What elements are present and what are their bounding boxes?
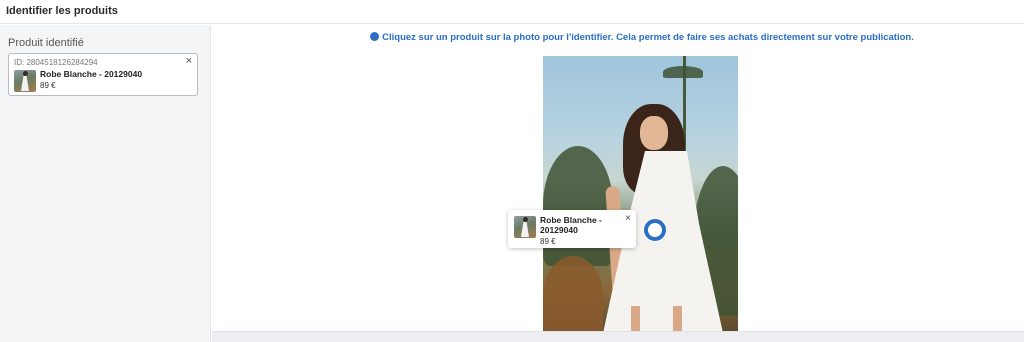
product-tag-pin[interactable] [644, 219, 666, 241]
product-thumbnail [14, 70, 36, 92]
identified-product-heading: Produit identifié [8, 37, 84, 49]
bottom-strip [212, 331, 1024, 342]
identified-product-card[interactable]: ID: 2804518126284294 × Robe Blanche - 20… [8, 53, 198, 96]
instruction-text: Cliquez sur un produit sur la photo pour… [382, 32, 914, 43]
page-title: Identifier les produits [6, 5, 118, 17]
product-id: ID: 2804518126284294 [14, 58, 98, 67]
tag-close-icon[interactable]: × [625, 214, 631, 224]
top-bar: Identifier les produits [0, 0, 1024, 24]
product-name: Robe Blanche - 20129040 [40, 69, 143, 79]
tag-product-name: Robe Blanche - 20129040 [540, 215, 602, 235]
remove-product-close-icon[interactable]: × [186, 56, 192, 67]
info-dot-icon [370, 32, 380, 41]
product-tag-card[interactable]: Robe Blanche - 20129040 89 € × [508, 210, 636, 248]
sidebar: Produit identifié ID: 2804518126284294 ×… [0, 25, 211, 342]
tag-product-price: 89 € [540, 237, 556, 246]
publication-photo[interactable] [543, 56, 738, 332]
instruction-hint: Cliquez sur un produit sur la photo pour… [212, 32, 1024, 43]
product-price: 89 € [40, 81, 56, 90]
tag-product-thumbnail [514, 216, 536, 238]
